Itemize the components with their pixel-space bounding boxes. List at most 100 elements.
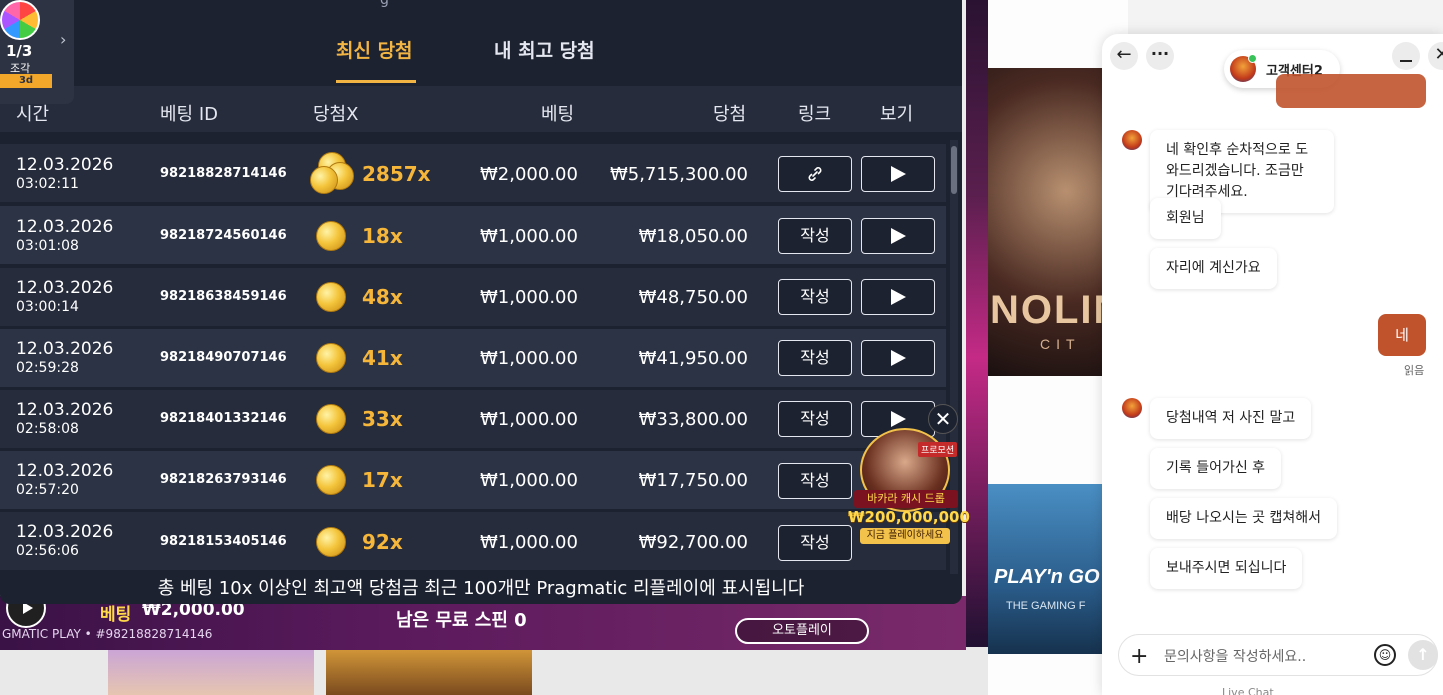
row-bet: ₩1,000.00 bbox=[480, 470, 578, 491]
promo-widget[interactable]: ✕ 프로모션 바카라 캐시 드롭 ₩200,000,000 지금 플레이하세요 bbox=[848, 404, 970, 548]
background-art-2-title: PLAY'n GO bbox=[994, 566, 1100, 588]
autoplay-button[interactable]: 오토플레이 bbox=[735, 618, 869, 644]
coin-icon bbox=[316, 527, 346, 557]
background-art-2-subtitle: THE GAMING F bbox=[1006, 600, 1086, 612]
plus-icon[interactable]: + bbox=[1130, 644, 1148, 669]
row-time: 03:00:14 bbox=[16, 299, 79, 315]
row-win: ₩33,800.00 bbox=[638, 409, 748, 430]
send-arrow-icon[interactable]: ↑ bbox=[1408, 640, 1438, 670]
row-date: 12.03.2026 bbox=[16, 339, 114, 359]
row-time: 03:01:08 bbox=[16, 238, 79, 254]
support-chat-panel: ← ··· ✕ 고객센터2 네 확인후 순차적으로 도와드리겠습니다. 조금만 … bbox=[1102, 34, 1443, 695]
wheel-icon bbox=[0, 0, 40, 40]
row-date: 12.03.2026 bbox=[16, 217, 114, 237]
row-win: ₩92,700.00 bbox=[638, 532, 748, 553]
coin-icon bbox=[316, 465, 346, 495]
replay-notice: 총 베팅 10x 이상인 최고액 당첨금 최근 100개만 Pragmatic … bbox=[0, 574, 962, 604]
row-multiplier: 2857x bbox=[362, 162, 431, 186]
free-spins-remaining: 남은 무료 스핀 0 bbox=[396, 610, 527, 631]
promo-tag: 프로모션 bbox=[918, 442, 958, 457]
create-link-button[interactable]: 작성 bbox=[778, 340, 852, 376]
row-bet: ₩1,000.00 bbox=[480, 287, 578, 308]
view-replay-button[interactable] bbox=[861, 156, 935, 192]
coin-icon bbox=[316, 404, 346, 434]
row-bet: ₩1,000.00 bbox=[480, 226, 578, 247]
row-time: 02:56:06 bbox=[16, 543, 79, 559]
background-art-1-subtitle: CIT bbox=[1040, 336, 1081, 352]
chat-brand: Live Chat bbox=[1222, 686, 1274, 695]
copy-link-button[interactable] bbox=[778, 156, 852, 192]
row-win: ₩18,050.00 bbox=[638, 226, 748, 247]
row-win: ₩5,715,300.00 bbox=[609, 164, 748, 185]
close-icon[interactable]: ✕ bbox=[1428, 42, 1443, 70]
chat-input-placeholder: 문의사항을 작성하세요.. bbox=[1164, 649, 1307, 665]
minimize-icon[interactable] bbox=[1392, 42, 1420, 70]
row-date: 12.03.2026 bbox=[16, 278, 114, 298]
spin-time-left: 3d bbox=[0, 74, 52, 88]
row-time: 02:59:28 bbox=[16, 360, 79, 376]
promo-cta-button[interactable]: 지금 플레이하세요 bbox=[860, 528, 950, 544]
link-icon bbox=[808, 167, 822, 181]
spin-piece-count: 1/3 bbox=[6, 42, 33, 60]
tab-my-best-wins[interactable]: 내 최고 당첨 bbox=[494, 36, 595, 80]
active-tab-underline bbox=[336, 80, 416, 83]
chevron-right-icon[interactable]: › bbox=[60, 30, 66, 49]
screen: NOLIN CIT PLAY'n GO THE GAMING F 베팅 ₩2,0… bbox=[0, 0, 1443, 695]
row-bet-id: 98218401332146 bbox=[160, 411, 287, 426]
row-bet-id: 98218490707146 bbox=[160, 350, 287, 365]
agent-avatar bbox=[1122, 130, 1142, 150]
row-bet: ₩1,000.00 bbox=[480, 348, 578, 369]
win-history-modal: g 최신 당첨 내 최고 당첨 시간 베팅 ID 당첨X 베팅 당첨 링크 보기… bbox=[0, 0, 962, 604]
row-date: 12.03.2026 bbox=[16, 461, 114, 481]
create-link-button[interactable]: 작성 bbox=[778, 525, 852, 561]
chat-bubble-in: 자리에 계신가요 bbox=[1150, 248, 1277, 289]
game-thumbnail[interactable] bbox=[108, 647, 314, 695]
tab-latest-wins[interactable]: 최신 당첨 bbox=[336, 36, 413, 80]
chat-bubble-out-partial bbox=[1276, 74, 1426, 108]
row-time: 03:02:11 bbox=[16, 176, 79, 192]
background-strip bbox=[966, 0, 988, 650]
view-replay-button[interactable] bbox=[861, 279, 935, 315]
back-arrow-icon[interactable]: ← bbox=[1110, 42, 1138, 70]
row-time: 02:57:20 bbox=[16, 482, 79, 498]
row-bet: ₩1,000.00 bbox=[480, 409, 578, 430]
more-options-icon[interactable]: ··· bbox=[1146, 42, 1174, 70]
row-bet-id: 98218153405146 bbox=[160, 534, 287, 549]
spin-wheel-badge[interactable]: 1/3 조각 3d › bbox=[0, 0, 74, 104]
emoji-icon[interactable]: ☺ bbox=[1374, 644, 1396, 666]
create-link-button[interactable]: 작성 bbox=[778, 279, 852, 315]
chat-bubble-in: 당첨내역 저 사진 말고 bbox=[1150, 398, 1312, 439]
row-win: ₩17,750.00 bbox=[638, 470, 748, 491]
row-multiplier: 18x bbox=[362, 224, 403, 248]
promo-title: 바카라 캐시 드롭 bbox=[854, 490, 958, 508]
row-time: 02:58:08 bbox=[16, 421, 79, 437]
game-thumbnail[interactable] bbox=[326, 647, 532, 695]
create-link-button[interactable]: 작성 bbox=[778, 463, 852, 499]
column-header-multiplier: 당첨X bbox=[313, 104, 359, 125]
column-header-link: 링크 bbox=[798, 104, 832, 125]
row-date: 12.03.2026 bbox=[16, 400, 114, 420]
chat-bubble-in: 기록 들어가신 후 bbox=[1150, 448, 1282, 489]
chat-bubble-out: 네 bbox=[1378, 314, 1426, 356]
table-scrollbar-thumb[interactable] bbox=[951, 146, 957, 194]
row-multiplier: 92x bbox=[362, 530, 403, 554]
coin-icon bbox=[316, 221, 346, 251]
row-date: 12.03.2026 bbox=[16, 155, 114, 175]
row-bet-id: 98218638459146 bbox=[160, 289, 287, 304]
view-replay-button[interactable] bbox=[861, 340, 935, 376]
create-link-button[interactable]: 작성 bbox=[778, 401, 852, 437]
row-multiplier: 33x bbox=[362, 407, 403, 431]
row-multiplier: 17x bbox=[362, 468, 403, 492]
promo-amount: ₩200,000,000 bbox=[848, 508, 970, 526]
close-icon[interactable]: ✕ bbox=[928, 404, 958, 434]
coin-icon bbox=[316, 343, 346, 373]
row-date: 12.03.2026 bbox=[16, 522, 114, 542]
row-bet-id: 98218828714146 bbox=[160, 166, 287, 181]
row-bet: ₩2,000.00 bbox=[480, 164, 578, 185]
modal-title-fragment: g bbox=[380, 0, 389, 8]
view-replay-button[interactable] bbox=[861, 218, 935, 254]
row-bet-id: 98218724560146 bbox=[160, 228, 287, 243]
create-link-button[interactable]: 작성 bbox=[778, 218, 852, 254]
column-header-bet: 베팅 bbox=[541, 104, 575, 125]
chat-bubble-in: 보내주시면 되십니다 bbox=[1150, 548, 1303, 589]
